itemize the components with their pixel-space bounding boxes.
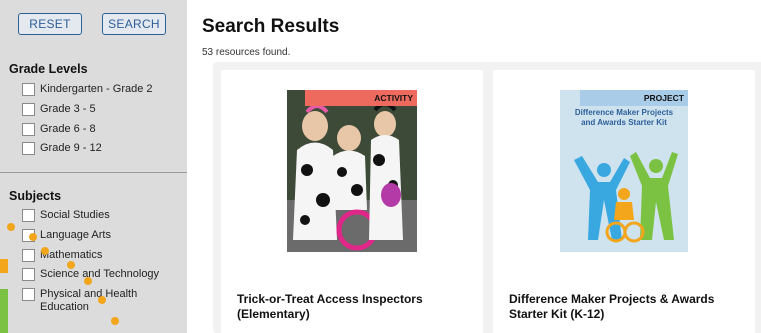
grade-option-6-8[interactable]: Grade 6 - 8 bbox=[22, 123, 96, 136]
option-label: Physical and Health Education bbox=[40, 288, 138, 313]
subject-option-social-studies[interactable]: Social Studies bbox=[22, 209, 110, 222]
marker-dot bbox=[7, 223, 15, 231]
option-label: Grade 9 - 12 bbox=[40, 142, 102, 154]
marker-dot bbox=[111, 317, 119, 325]
checkbox[interactable] bbox=[22, 123, 35, 136]
result-count: 53 resources found. bbox=[202, 47, 291, 58]
option-label: Science and Technology bbox=[40, 268, 160, 280]
green-strip bbox=[0, 289, 8, 333]
project-badge: PROJECT bbox=[580, 90, 688, 106]
costume-photo-icon bbox=[287, 90, 417, 252]
marker-dot bbox=[84, 277, 92, 285]
option-label: Kindergarten - Grade 2 bbox=[40, 83, 153, 95]
orange-strip bbox=[0, 259, 8, 273]
option-label: Social Studies bbox=[40, 209, 110, 221]
resource-thumbnail[interactable]: Difference Maker Projects and Awards Sta… bbox=[560, 90, 688, 252]
grade-option-k-2[interactable]: Kindergarten - Grade 2 bbox=[22, 83, 153, 96]
checkbox[interactable] bbox=[22, 288, 35, 301]
option-label: Grade 6 - 8 bbox=[40, 123, 96, 135]
marker-dot bbox=[98, 296, 106, 304]
checkbox[interactable] bbox=[22, 209, 35, 222]
option-label: Language Arts bbox=[40, 229, 111, 241]
thumbnail-title: Difference Maker Projects and Awards Sta… bbox=[574, 108, 674, 127]
checkbox[interactable] bbox=[22, 249, 35, 262]
grade-levels-heading: Grade Levels bbox=[9, 62, 88, 76]
marker-dot bbox=[41, 247, 49, 255]
resource-thumbnail[interactable]: ACTIVITY bbox=[287, 90, 417, 252]
resource-card-trick-or-treat[interactable]: ACTIVITY Trick-or-Treat Access Inspector… bbox=[221, 70, 483, 333]
activity-badge: ACTIVITY bbox=[305, 90, 417, 106]
resource-title[interactable]: Difference Maker Projects & Awards Start… bbox=[509, 292, 749, 322]
checkbox[interactable] bbox=[22, 268, 35, 281]
section-divider bbox=[0, 172, 187, 173]
page-title: Search Results bbox=[202, 16, 340, 37]
reset-button[interactable]: RESET bbox=[18, 13, 82, 35]
marker-dot bbox=[29, 233, 37, 241]
checkbox[interactable] bbox=[22, 83, 35, 96]
grade-option-9-12[interactable]: Grade 9 - 12 bbox=[22, 142, 102, 155]
search-button[interactable]: SEARCH bbox=[102, 13, 166, 35]
subject-option-mathematics[interactable]: Mathematics bbox=[22, 249, 102, 262]
grade-option-3-5[interactable]: Grade 3 - 5 bbox=[22, 103, 96, 116]
subjects-heading: Subjects bbox=[9, 189, 62, 203]
marker-dot bbox=[67, 261, 75, 269]
resource-card-difference-maker[interactable]: Difference Maker Projects and Awards Sta… bbox=[493, 70, 755, 333]
resource-title[interactable]: Trick-or-Treat Access Inspectors (Elemen… bbox=[237, 292, 477, 322]
filter-sidebar: RESET SEARCH Grade Levels Kindergarten -… bbox=[0, 0, 187, 333]
checkbox[interactable] bbox=[22, 142, 35, 155]
option-label: Grade 3 - 5 bbox=[40, 103, 96, 115]
checkbox[interactable] bbox=[22, 103, 35, 116]
subject-option-physical-health[interactable]: Physical and Health Education bbox=[22, 288, 150, 314]
